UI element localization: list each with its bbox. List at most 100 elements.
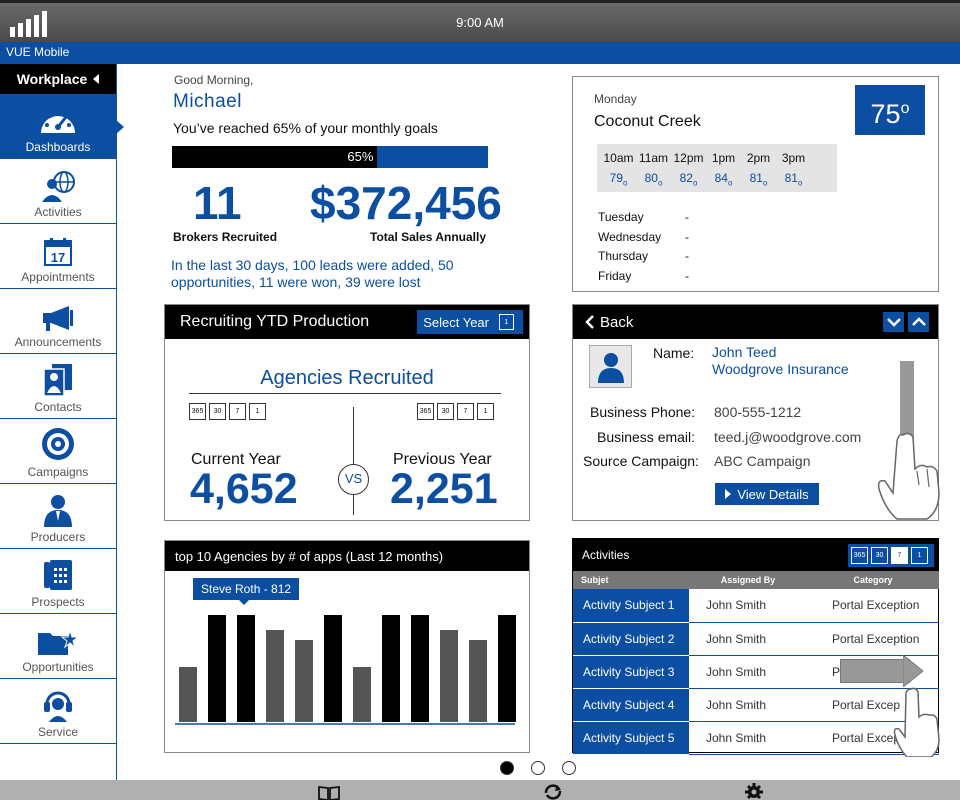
sidebar-item-opportunities[interactable]: Opportunities xyxy=(0,614,116,679)
agencies-chart-header: top 10 Agencies by # of apps (Last 12 mo… xyxy=(165,541,529,571)
weather-panel: Monday Coconut Creek 75o 10am 11am 12pm 1pm… xyxy=(572,76,939,292)
left-period-filter: 365 30 7 1 xyxy=(189,403,269,420)
chart-bar[interactable] xyxy=(324,615,342,722)
cell-subject: Activity Subject 3 xyxy=(573,655,689,689)
campaign-value: ABC Campaign xyxy=(714,453,811,469)
chart-bar[interactable] xyxy=(208,615,226,722)
chart-bar[interactable] xyxy=(498,615,516,722)
sidebar-item-producers[interactable]: Producers xyxy=(0,484,116,549)
period-filter-365[interactable]: 365 xyxy=(189,403,206,420)
sidebar-item-label: Opportunities xyxy=(22,660,94,674)
column-header[interactable]: Category xyxy=(807,571,939,589)
page-dot-active[interactable] xyxy=(500,761,514,775)
chart-bar[interactable] xyxy=(237,615,255,722)
chart-bar[interactable] xyxy=(179,667,197,722)
gear-icon[interactable] xyxy=(745,783,763,800)
hour-temp: 81o xyxy=(741,171,776,187)
gauge-icon xyxy=(41,111,75,133)
forecast-value: - xyxy=(685,210,689,224)
chart-bar[interactable] xyxy=(382,615,400,722)
activities-period-filter: 365 30 7 1 xyxy=(848,543,934,567)
forecast-value: - xyxy=(685,268,689,283)
period-filter-365[interactable]: 365 xyxy=(417,403,434,420)
period-filter-30[interactable]: 30 xyxy=(437,403,454,420)
forecast-value: - xyxy=(685,249,689,264)
user-name: Michael xyxy=(173,91,242,112)
back-button[interactable]: Back xyxy=(585,314,633,331)
table-row[interactable]: Activity Subject 1 John Smith Portal Excep… xyxy=(573,589,939,623)
contact-company: Woodgrove Insurance xyxy=(712,361,849,377)
sidebar-item-contacts[interactable]: Contacts xyxy=(0,354,116,419)
email-label: Business email: xyxy=(597,429,696,445)
chart-bar[interactable] xyxy=(440,630,458,722)
forecast-day: Thursday xyxy=(598,249,649,264)
goal-progress-fill: 65% xyxy=(172,146,378,168)
book-icon[interactable] xyxy=(318,785,340,800)
period-filter-7[interactable]: 7 xyxy=(891,546,908,564)
sidebar-item-dashboards[interactable]: Dashboards xyxy=(0,94,124,159)
person-icon xyxy=(597,352,624,383)
sidebar-item-label: Contacts xyxy=(34,400,82,414)
chart-bar[interactable] xyxy=(266,630,284,722)
page-dot[interactable] xyxy=(531,761,545,775)
agencies-bar-chart xyxy=(175,615,516,725)
phone-value: 800-555-1212 xyxy=(714,404,802,420)
chart-bar[interactable] xyxy=(411,615,429,722)
sidebar-item-prospects[interactable]: Prospects xyxy=(0,549,116,614)
hour-temp-value: 81 xyxy=(749,171,763,185)
select-year-label: Select Year xyxy=(423,314,489,330)
sync-icon[interactable] xyxy=(542,783,564,800)
sidebar-item-label: Service xyxy=(37,725,78,739)
arrow-right-icon xyxy=(903,655,924,687)
period-filter-7[interactable]: 7 xyxy=(457,403,474,420)
column-header[interactable]: Assigned By xyxy=(689,571,807,589)
hour-label: 10am xyxy=(603,151,634,165)
workplace-menu[interactable]: Workplace xyxy=(0,64,116,94)
sidebar-item-label: Appointments xyxy=(21,270,95,284)
period-filter-30[interactable]: 30 xyxy=(209,403,226,420)
sidebar-item-activities[interactable]: Activities xyxy=(0,159,116,224)
page-dot[interactable] xyxy=(562,761,576,775)
chart-bar[interactable] xyxy=(353,667,371,722)
table-row[interactable]: Activity Subject 2 John Smith Portal Excep… xyxy=(573,622,939,656)
activities-panel: Activities 365 30 7 1 Subjet Assigned By Ca… xyxy=(572,538,940,757)
sidebar-item-announcements[interactable]: Announcements xyxy=(0,289,116,354)
period-filter-7[interactable]: 7 xyxy=(229,403,246,420)
table-row[interactable]: Activity Subject 4 John Smith Portal Excep xyxy=(573,688,939,722)
view-details-button[interactable]: View Details xyxy=(715,483,819,505)
period-filter-1[interactable]: 1 xyxy=(911,546,928,564)
degree-mark: o xyxy=(657,178,663,188)
column-header[interactable]: Subjet xyxy=(573,571,689,589)
sidebar-item-campaigns[interactable]: Campaigns xyxy=(0,419,116,484)
period-filter-365[interactable]: 365 xyxy=(851,546,868,564)
app-title: VUE Mobile xyxy=(0,42,960,64)
brokers-label: Brokers Recruited xyxy=(173,230,278,244)
vs-badge: VS xyxy=(338,464,369,495)
chart-bar[interactable] xyxy=(469,640,487,722)
agencies-chart-title: top 10 Agencies by # of apps (Last 12 mo… xyxy=(175,548,444,564)
next-contact-button[interactable] xyxy=(883,312,904,332)
sidebar-item-service[interactable]: Service xyxy=(0,679,116,744)
calendar-icon: 1 xyxy=(499,314,514,330)
hour-temp: 82o xyxy=(671,171,706,187)
name-label: Name: xyxy=(653,345,695,361)
period-filter-30[interactable]: 30 xyxy=(871,546,888,564)
period-filter-1[interactable]: 1 xyxy=(249,403,266,420)
select-year-button[interactable]: Select Year 1 xyxy=(417,310,523,334)
campaign-label: Source Campaign: xyxy=(583,453,699,469)
forecast-day: Wednesday xyxy=(598,229,662,244)
contact-panel: Back Name: John Teed Woodgrove Insurance… xyxy=(572,304,940,521)
cell-subject: Activity Subject 2 xyxy=(573,622,689,656)
cell-assigned: John Smith xyxy=(689,721,807,755)
table-row[interactable]: Activity Subject 5 John Smith Portal Excep xyxy=(573,721,939,755)
previous-contact-button[interactable] xyxy=(908,312,929,332)
hour-temp-value: 79 xyxy=(609,171,623,185)
forecast-day: Tuesday xyxy=(598,210,644,224)
cell-subject: Activity Subject 1 xyxy=(573,589,689,623)
degree-mark: o xyxy=(797,178,803,188)
chevron-up-icon xyxy=(911,317,926,326)
period-filter-1[interactable]: 1 xyxy=(477,403,494,420)
sidebar-item-appointments[interactable]: 17 Appointments xyxy=(0,224,116,289)
chart-bar[interactable] xyxy=(295,640,313,722)
headset-icon xyxy=(44,691,72,722)
